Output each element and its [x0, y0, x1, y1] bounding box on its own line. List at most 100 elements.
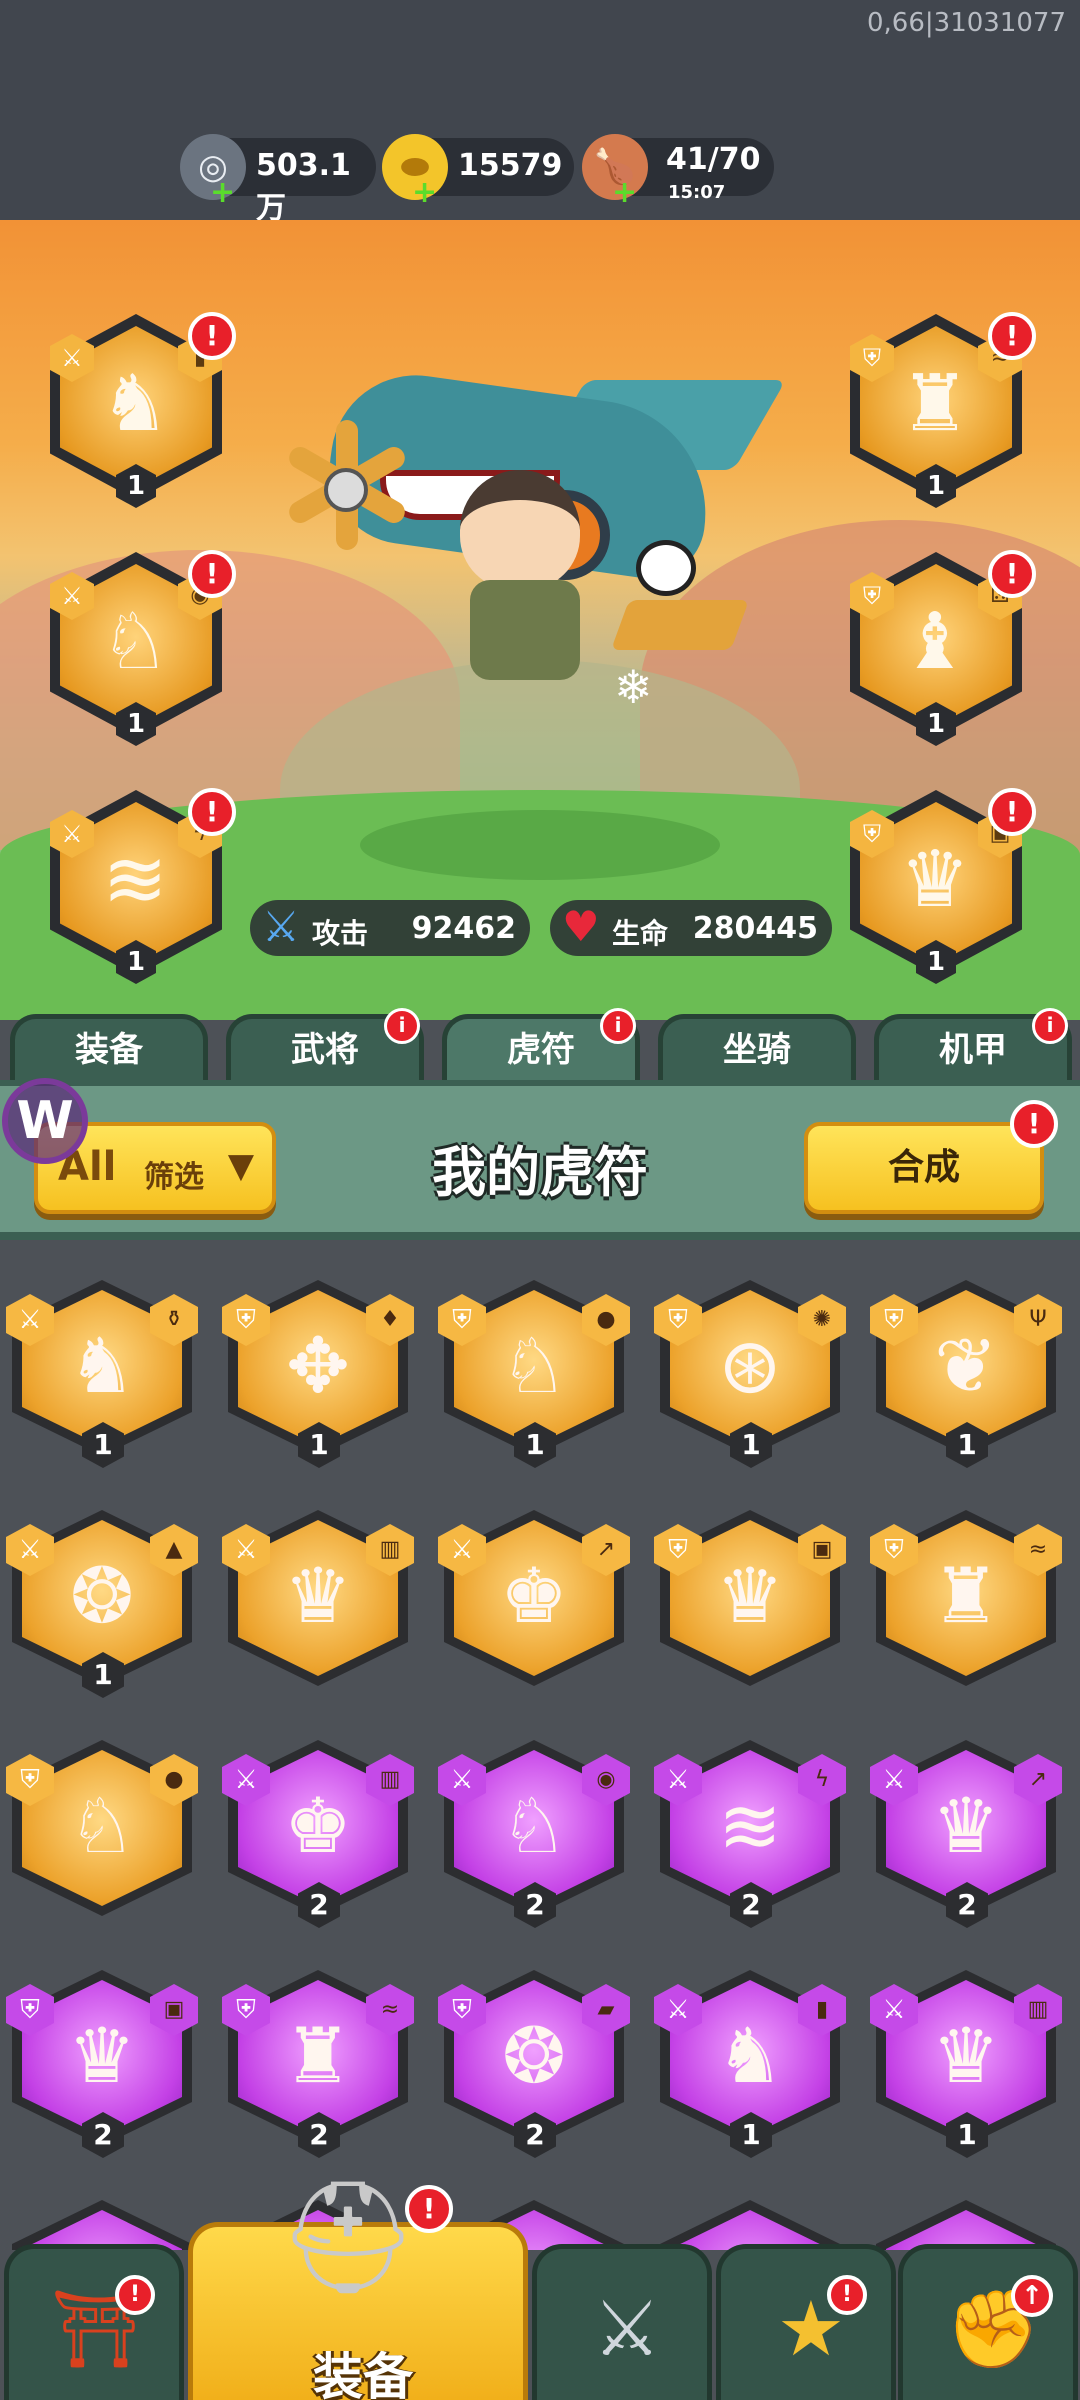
talisman-item[interactable]: ♚ ⚔ ↗ — [434, 1500, 634, 1700]
fox-icon: ♘ — [100, 597, 170, 687]
talisman-grid: ♞ ⚔ ⚱ 1 ✥ ⛨ ♦ 1 ♘ ⛨ ● 1 ⊛ ⛨ ✺ 1 ❦ ⛨ Ψ 1 … — [0, 1240, 1080, 2250]
lion-icon: ♛ — [931, 2011, 1001, 2100]
hero-torso — [470, 580, 580, 680]
talisman-item[interactable]: ♜ ⛨ ≈ — [866, 1500, 1066, 1700]
tab-label: 机甲 — [939, 1030, 1007, 1070]
category-tabs: 装备 武将 虎符 坐骑 机甲 i i i — [0, 1008, 1080, 1084]
merge-alert-badge: ! — [1010, 1100, 1058, 1148]
hero-shadow — [360, 810, 720, 880]
tab-info-badge: i — [384, 1008, 420, 1044]
talisman-item[interactable]: ♛ ⛨ ▣ 2 — [2, 1960, 202, 2160]
silver-resource[interactable]: ◎ 503.1万 + — [180, 134, 376, 226]
talisman-item[interactable]: ♘ ⛨ ● — [2, 1730, 202, 1930]
talisman-item[interactable]: ♘ ⚔ ◉ 2 — [434, 1730, 634, 1930]
whale-icon: ≋ — [102, 835, 168, 925]
talisman-item[interactable]: ✥ ⛨ ♦ 1 — [218, 1270, 418, 1470]
serpent-icon: ❂ — [502, 2011, 566, 2100]
crossed-swords-icon: ⚔ — [592, 2284, 662, 2373]
nav-battle[interactable]: ⚔ — [532, 2244, 712, 2400]
silver-value: 503.1万 — [256, 148, 351, 226]
tab-label: 坐骑 — [723, 1030, 791, 1070]
hero-slot[interactable]: ≋ ⚔ ϟ 1 ! — [40, 780, 236, 984]
nav-alert-badge: ! — [405, 2185, 453, 2233]
upgrade-arrow-badge: ↑ — [1011, 2275, 1053, 2317]
nav-alert-badge: ! — [827, 2275, 867, 2315]
hero-slot[interactable]: ♛ ⛨ ▣ 1 ! — [840, 780, 1036, 984]
dragon-icon: ♛ — [900, 835, 970, 925]
tab-equipment[interactable]: 装备 — [10, 1014, 208, 1084]
whale-icon: ≋ — [718, 1781, 782, 1870]
hero-stage: ❄ ♞ ⚔ ▮ 1 ! ♘ ⚔ ◉ 1 ! ≋ ⚔ ϟ 1 ! ♜ ⛨ ≈ 1 … — [0, 220, 1080, 1020]
dragon-icon: ♛ — [715, 1551, 785, 1640]
hero-slot[interactable]: ♞ ⚔ ▮ 1 ! — [40, 304, 236, 508]
talisman-item[interactable]: ♛ ⚔ ▥ — [218, 1500, 418, 1700]
stamina-resource[interactable]: 🍗 41/70 15:07 + — [582, 134, 774, 210]
nav-equipment[interactable]: ⛑ 装备 ! — [188, 2182, 528, 2400]
attack-stat: ⚔ 攻击 92462 — [250, 900, 530, 956]
turtle-icon: ⊛ — [718, 1321, 782, 1410]
talisman-item[interactable]: ♛ ⚔ ↗ 2 — [866, 1730, 1066, 1930]
horn-icon: ♜ — [283, 2011, 353, 2100]
plane-tail — [610, 600, 750, 650]
tab-info-badge: i — [600, 1008, 636, 1044]
sword-icon: ⚔ — [262, 902, 300, 951]
build-id-text: 0,66|31031077 — [867, 8, 1066, 38]
talisman-item[interactable]: ≋ ⚔ ϟ 2 — [650, 1730, 850, 1930]
deer-icon: ♞ — [100, 359, 170, 449]
bottom-navigation: ⛩ ! ⛑ 装备 ! ⚔ ★ ! ✊ ↑ — [0, 2182, 1080, 2400]
overlay-w-logo[interactable]: W — [2, 1078, 88, 1164]
hero-slot[interactable]: ♜ ⛨ ≈ 1 ! — [840, 304, 1036, 508]
app-root: { "status": { "build_id": "0,66|31031077… — [0, 0, 1080, 2400]
talisman-header: All 筛选 ▼ 我的虎符 合成 ! — [0, 1080, 1080, 1240]
dragon-icon: ♚ — [283, 1781, 353, 1870]
alert-badge: ! — [988, 550, 1036, 598]
hero-slot[interactable]: ♘ ⚔ ◉ 1 ! — [40, 542, 236, 746]
health-stat: ♥ 生命 280445 — [550, 900, 832, 956]
add-silver-icon[interactable]: + — [210, 175, 235, 210]
attack-label: 攻击 — [312, 917, 369, 950]
heart-icon: ♥ — [562, 902, 600, 951]
tab-info-badge: i — [1032, 1008, 1068, 1044]
attack-value: 92462 — [411, 911, 516, 946]
hero-slot[interactable]: ♝ ⛨ ⚄ 1 ! — [840, 542, 1036, 746]
gold-value: 15579 — [458, 148, 563, 183]
deer-icon: ♞ — [715, 2011, 785, 2100]
tab-mounts[interactable]: 坐骑 — [658, 1014, 856, 1084]
talisman-item[interactable]: ♛ ⚔ ▥ 1 — [866, 1960, 1066, 2160]
nav-gate[interactable]: ⛩ ! — [4, 2244, 184, 2400]
tiger-icon: ♞ — [67, 1321, 137, 1410]
talisman-item[interactable]: ❦ ⛨ Ψ 1 — [866, 1270, 1066, 1470]
mask-icon: ✥ — [286, 1321, 350, 1410]
add-stamina-icon[interactable]: + — [612, 175, 637, 210]
talisman-item[interactable]: ❂ ⛨ ▰ 2 — [434, 1960, 634, 2160]
tab-label: 武将 — [291, 1030, 359, 1070]
add-gold-icon[interactable]: + — [412, 175, 437, 210]
talisman-item[interactable]: ♘ ⛨ ● 1 — [434, 1270, 634, 1470]
talisman-item[interactable]: ♚ ⚔ ▥ 2 — [218, 1730, 418, 1930]
talisman-item[interactable]: ♜ ⛨ ≈ 2 — [218, 1960, 418, 2160]
top-status-bar: 0,66|31031077 ◎ 503.1万 + ⬬ 15579 + 🍗 41/… — [0, 0, 1080, 226]
alert-badge: ! — [188, 788, 236, 836]
snowflake-icon: ❄ — [614, 660, 653, 714]
boar-icon: ♝ — [900, 597, 970, 687]
gold-resource[interactable]: ⬬ 15579 + — [382, 134, 574, 210]
hero-head — [460, 470, 580, 590]
alert-badge: ! — [188, 312, 236, 360]
stamina-value: 41/70 — [666, 142, 761, 177]
merge-button[interactable]: 合成 — [804, 1122, 1044, 1214]
merge-label: 合成 — [887, 1147, 960, 1188]
dragon-icon: ♛ — [931, 1781, 1001, 1870]
nav-stars[interactable]: ★ ! — [716, 2244, 896, 2400]
talisman-item[interactable]: ♞ ⚔ ▮ 1 — [650, 1960, 850, 2160]
talisman-item[interactable]: ⊛ ⛨ ✺ 1 — [650, 1270, 850, 1470]
health-label: 生命 — [612, 917, 669, 950]
nav-upgrade[interactable]: ✊ ↑ — [898, 2244, 1078, 2400]
propeller — [285, 420, 409, 550]
fox-icon: ♘ — [499, 1781, 569, 1870]
talisman-item[interactable]: ♞ ⚔ ⚱ 1 — [2, 1270, 202, 1470]
dragon-swirl-icon: ❂ — [70, 1551, 134, 1640]
talisman-item[interactable]: ❂ ⚔ ▲ 1 — [2, 1500, 202, 1700]
dragon-icon: ♛ — [67, 2011, 137, 2100]
talisman-item[interactable]: ♛ ⛨ ▣ — [650, 1500, 850, 1700]
lion-icon: ♛ — [283, 1551, 353, 1640]
